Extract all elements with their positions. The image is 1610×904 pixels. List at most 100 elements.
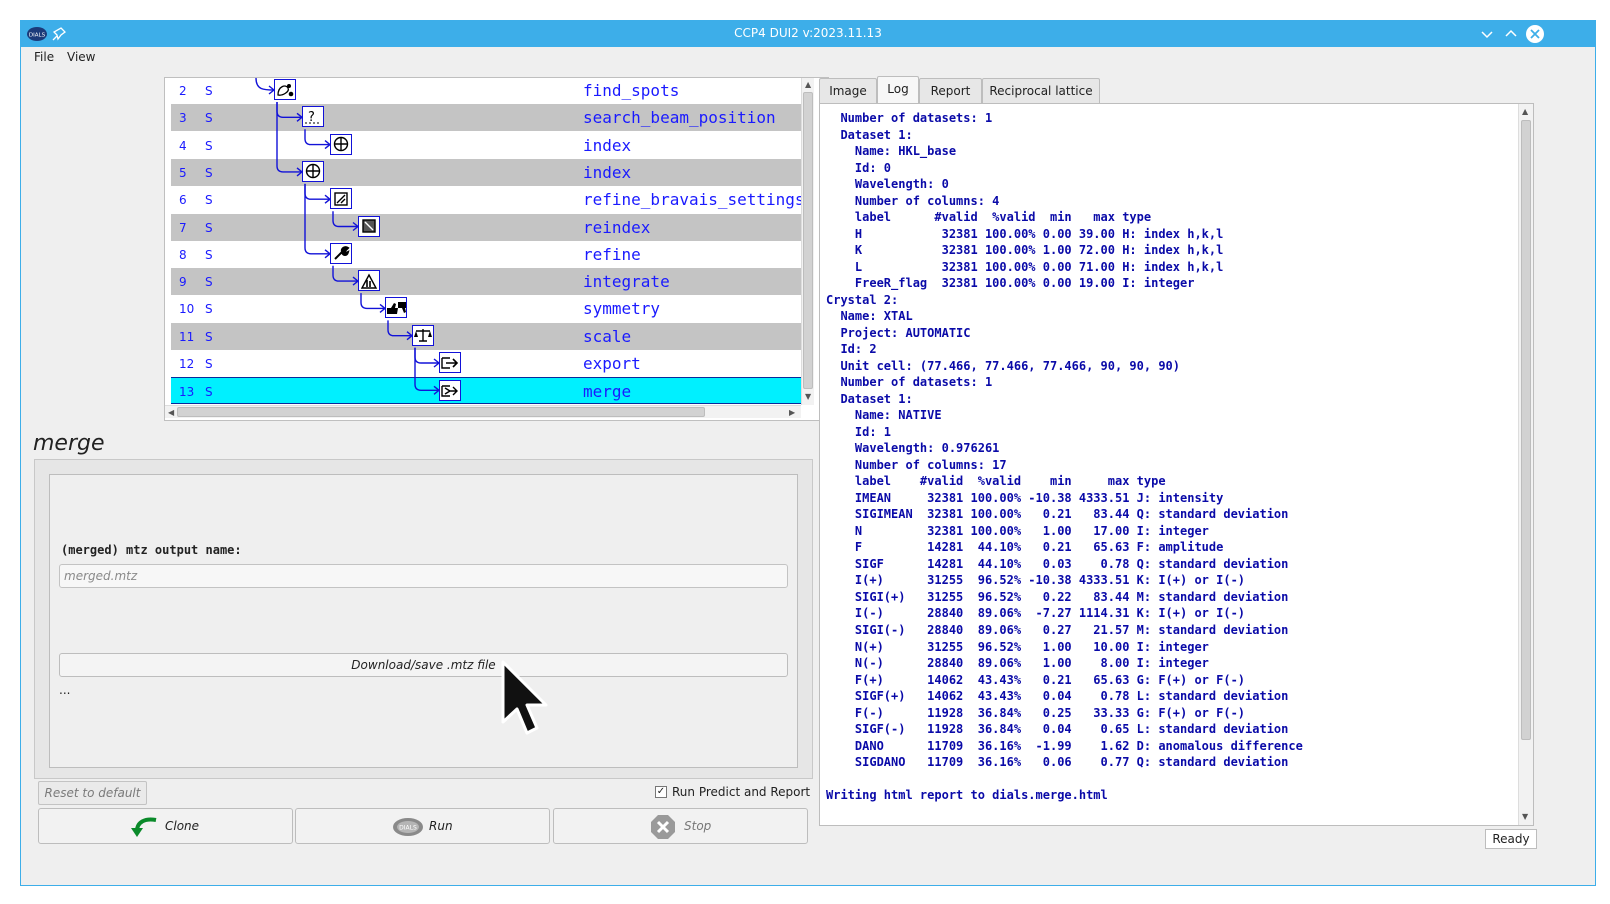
log-line: Id: 1	[826, 424, 892, 439]
row-number: 3	[179, 111, 187, 126]
tree-horizontal-scrollbar[interactable]: ◀ ▶	[165, 405, 801, 418]
clone-label: Clone	[165, 819, 200, 833]
run-label: Run	[429, 819, 453, 833]
run-predict-checkbox[interactable]: ✓	[655, 786, 667, 798]
reset-to-default-button[interactable]: Reset to default	[38, 781, 147, 805]
tree-vertical-scrollbar[interactable]: ▲ ▼	[801, 78, 814, 405]
log-line: SIGI(+) 31255 96.52% 0.22 83.44 M: stand…	[826, 589, 1289, 604]
log-line: Wavelength: 0	[826, 177, 949, 192]
history-tree-panel[interactable]: 2 Sfind_spots 3 S? search_beam_position 4 Sind…	[164, 77, 829, 421]
row-state: S	[205, 275, 213, 290]
row-state: S	[205, 329, 213, 344]
tree-row[interactable]: 10 Ssymmetry	[171, 295, 801, 323]
tab-log[interactable]: Log	[877, 76, 919, 103]
tree-row[interactable]: 3 S? search_beam_position	[171, 104, 801, 132]
log-scroll-down-icon[interactable]: ▼	[1522, 812, 1528, 821]
tree-row[interactable]: 9 Sintegrate	[171, 268, 801, 296]
scroll-down-arrow-icon[interactable]: ▼	[805, 392, 811, 401]
row-command: refine	[583, 244, 641, 264]
clone-button[interactable]: Clone	[38, 808, 293, 844]
index-icon	[330, 133, 352, 155]
tree-row[interactable]: 8 Srefine	[171, 240, 801, 268]
log-line: I(+) 31255 96.52% -10.38 4333.51 K: I(+)…	[826, 573, 1246, 588]
tree-hscroll-thumb[interactable]	[177, 407, 705, 417]
tab-reciprocal-lattice[interactable]: Reciprocal lattice	[982, 78, 1100, 103]
row-number: 6	[179, 193, 187, 208]
merge-icon	[439, 380, 461, 402]
log-line: F(+) 14062 43.43% 0.21 65.63 G: F(+) or …	[826, 672, 1246, 687]
stop-button[interactable]: Stop	[553, 808, 808, 844]
tree-row[interactable]: 7 Sreindex	[171, 213, 801, 241]
tab-report[interactable]: Report	[919, 78, 982, 103]
row-state: S	[205, 385, 213, 400]
maximize-button[interactable]	[1502, 25, 1520, 43]
clone-arrow-icon	[131, 817, 157, 837]
log-line: Writing html report to dials.merge.html	[826, 788, 1108, 803]
menu-bar: File View	[21, 47, 1595, 69]
run-button[interactable]: DIALS Run	[295, 808, 550, 844]
log-panel[interactable]: Number of datasets: 1 Dataset 1: Name: H…	[819, 103, 1534, 826]
log-vscroll-thumb[interactable]	[1521, 120, 1531, 740]
log-line: N(-) 28840 89.06% 1.00 8.00 I: integer	[826, 656, 1209, 671]
download-mtz-button[interactable]: Download/save .mtz file	[59, 653, 788, 677]
log-line: Id: 2	[826, 342, 877, 357]
title-bar: DIALS CCP4 DUI2 v:2023.11.13	[21, 21, 1595, 47]
log-line: FreeR_flag 32381 100.00% 0.00 19.00 I: i…	[826, 276, 1195, 291]
scroll-left-arrow-icon[interactable]: ◀	[168, 408, 174, 417]
tree-row[interactable]: 2 Sfind_spots	[171, 78, 801, 104]
row-state: S	[205, 84, 213, 98]
tree-row[interactable]: 4 Sindex	[171, 131, 801, 159]
log-line: SIGI(-) 28840 89.06% 0.27 21.57 M: stand…	[826, 622, 1289, 637]
log-line: SIGF(-) 11928 36.84% 0.04 0.65 L: standa…	[826, 722, 1289, 737]
log-vertical-scrollbar[interactable]: ▲ ▼	[1518, 104, 1533, 825]
wrench-icon	[330, 242, 352, 264]
row-command: index	[583, 162, 632, 182]
dials-run-icon: DIALS	[393, 818, 423, 836]
tree-row[interactable]: 11 Sscale	[171, 322, 801, 350]
tab-image[interactable]: Image	[819, 78, 877, 103]
mtz-output-name-input[interactable]: merged.mtz	[59, 564, 788, 588]
row-number: 8	[179, 247, 187, 262]
menu-view[interactable]: View	[67, 50, 95, 64]
tree-row[interactable]: 13 Smerge	[171, 377, 801, 405]
log-text: Number of datasets: 1 Dataset 1: Name: H…	[826, 110, 1516, 804]
app-window: DIALS CCP4 DUI2 v:2023.11.13 File View 2…	[20, 20, 1596, 886]
close-button[interactable]	[1526, 25, 1544, 43]
status-indicator: Ready	[1485, 829, 1537, 849]
row-command: refine_bravais_settings	[583, 190, 805, 210]
tree-row[interactable]: 6 Srefine_bravais_settings	[171, 186, 805, 214]
run-predict-checkbox-group[interactable]: ✓ Run Predict and Report	[655, 785, 810, 799]
search-beam-icon: ?	[302, 106, 324, 128]
index-icon	[302, 160, 324, 182]
log-line: Dataset 1:	[826, 391, 913, 406]
log-line: Project: AUTOMATIC	[826, 325, 971, 340]
parameters-box	[49, 474, 798, 768]
minimize-button[interactable]	[1478, 25, 1496, 43]
reindex-icon	[358, 215, 380, 237]
svg-text:DIALS: DIALS	[399, 825, 417, 832]
scroll-up-arrow-icon[interactable]: ▲	[805, 80, 811, 89]
row-command: merge	[583, 382, 632, 402]
tree-row[interactable]: 5 Sindex	[171, 158, 801, 186]
export-icon	[439, 352, 461, 373]
row-state: S	[205, 138, 213, 153]
row-number: 5	[179, 165, 187, 180]
row-command: reindex	[583, 217, 651, 237]
scroll-right-arrow-icon[interactable]: ▶	[789, 408, 795, 417]
log-scroll-up-icon[interactable]: ▲	[1522, 107, 1528, 116]
log-line: Number of columns: 17	[826, 457, 1007, 472]
mouse-cursor-icon	[501, 660, 548, 735]
window-title: CCP4 DUI2 v:2023.11.13	[734, 26, 882, 40]
menu-file[interactable]: File	[34, 50, 54, 64]
integrate-icon	[358, 270, 380, 292]
row-number: 2	[179, 84, 187, 98]
row-state: S	[205, 247, 213, 262]
row-command: find_spots	[583, 81, 680, 100]
mtz-output-label: (merged) mtz output name:	[61, 543, 242, 557]
stop-label: Stop	[684, 819, 712, 833]
tree-row[interactable]: 12 Sexport	[171, 350, 801, 377]
tree-vscroll-thumb[interactable]	[803, 92, 813, 389]
log-line: SIGF(+) 14062 43.43% 0.04 0.78 L: standa…	[826, 689, 1289, 704]
row-command: scale	[583, 326, 632, 346]
log-line: SIGDANO 11709 36.16% 0.06 0.77 Q: standa…	[826, 755, 1289, 770]
